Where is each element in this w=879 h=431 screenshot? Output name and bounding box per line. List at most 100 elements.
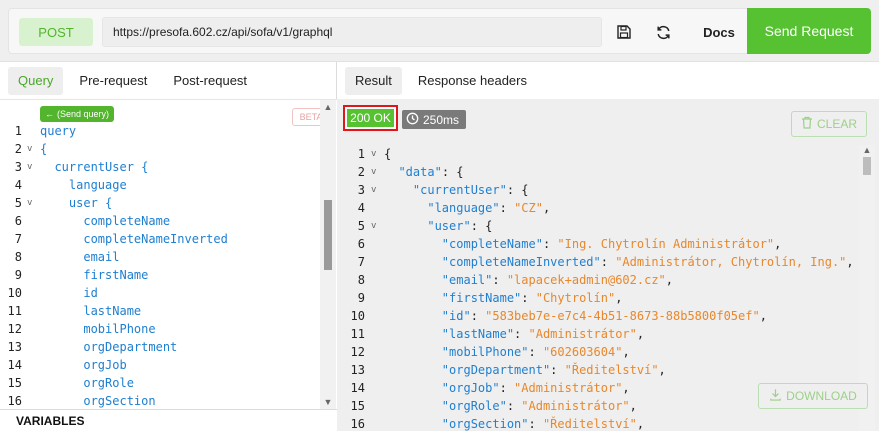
docs-button[interactable]: Docs	[699, 18, 739, 46]
code-text: firstName	[40, 268, 149, 282]
scroll-up-icon[interactable]: ▲	[320, 102, 336, 112]
tab-response-headers[interactable]: Response headers	[408, 67, 537, 95]
line-number: 4	[14, 178, 22, 192]
query-tabs: Query Pre-request Post-request	[0, 62, 336, 99]
send-query-chip[interactable]: ← (Send query)	[40, 106, 115, 122]
line-number: 8	[14, 250, 22, 264]
result-text: "lastName": "Administrátor",	[441, 327, 645, 341]
fold-icon[interactable]: v	[27, 194, 32, 212]
tab-post-request[interactable]: Post-request	[163, 67, 257, 95]
fold-icon[interactable]: v	[371, 181, 376, 199]
line-number: 2	[357, 165, 365, 179]
scrollbar-thumb[interactable]	[863, 157, 871, 175]
line-number: 10	[350, 309, 365, 323]
result-text: "orgDepartment": "Ředitelství",	[441, 363, 666, 377]
code-text: user {	[40, 196, 113, 210]
response-time-badge: 250ms	[402, 110, 466, 129]
code-line: 3v currentUser {	[0, 158, 320, 176]
result-text: "id": "583beb7e-e7c4-4b51-8673-88b5800f0…	[441, 309, 767, 323]
line-number: 9	[14, 268, 22, 282]
tab-result[interactable]: Result	[345, 66, 402, 95]
query-editor[interactable]: ← (Send query) BETA 1 query 2 v{ 3v curren…	[0, 100, 337, 409]
line-number: 1	[14, 124, 22, 138]
line-number: 16	[350, 417, 365, 431]
tab-pre-request[interactable]: Pre-request	[69, 67, 157, 95]
clock-icon	[406, 112, 419, 128]
result-text: "orgJob": "Administrátor",	[441, 381, 630, 395]
code-line: 6 completeName	[0, 212, 320, 230]
code-line: 10 id	[0, 284, 320, 302]
line-number: 15	[7, 376, 22, 390]
scroll-up-icon[interactable]: ▲	[859, 145, 875, 155]
send-query-label: (Send query)	[57, 109, 110, 119]
line-number: 1	[357, 147, 365, 161]
result-line: 16 "orgSection": "Ředitelství",	[337, 415, 857, 431]
line-number: 13	[7, 340, 22, 354]
download-button[interactable]: DOWNLOAD	[758, 383, 868, 409]
code-text: orgJob	[40, 358, 127, 372]
result-text: "completeNameInverted": "Administrátor, …	[441, 255, 854, 269]
line-number: 12	[350, 345, 365, 359]
scrollbar-thumb[interactable]	[324, 200, 332, 270]
line-number: 11	[350, 327, 365, 341]
line-number: 3	[357, 183, 365, 197]
query-scrollbar[interactable]: ▲ ▼	[320, 100, 336, 409]
url-input[interactable]	[102, 17, 602, 47]
code-line: 15 orgRole	[0, 374, 320, 392]
code-line: 16 orgSection	[0, 392, 320, 409]
result-text: "orgSection": "Ředitelství",	[441, 417, 645, 431]
result-text: "firstName": "Chytrolín",	[441, 291, 623, 305]
code-text: lastName	[40, 304, 142, 318]
code-line: 12 mobilPhone	[0, 320, 320, 338]
line-number: 7	[357, 255, 365, 269]
scroll-down-icon[interactable]: ▼	[320, 397, 336, 407]
code-text: orgDepartment	[40, 340, 178, 354]
code-line: 5v user {	[0, 194, 320, 212]
result-line: 7 "completeNameInverted": "Administrátor…	[337, 253, 857, 271]
download-icon	[769, 388, 782, 404]
result-line: 8 "email": "lapacek+admin@602.cz",	[337, 271, 857, 289]
result-tabs: Result Response headers	[337, 62, 879, 99]
code-line: 11 lastName	[0, 302, 320, 320]
result-text: "mobilPhone": "602603604",	[441, 345, 630, 359]
variables-section[interactable]: VARIABLES	[0, 409, 337, 431]
code-line: 7 completeNameInverted	[0, 230, 320, 248]
line-number: 9	[357, 291, 365, 305]
save-icon[interactable]	[613, 21, 635, 43]
clear-button[interactable]: CLEAR	[791, 111, 867, 137]
line-number: 5	[14, 196, 22, 210]
fold-icon[interactable]: v	[371, 217, 376, 235]
fold-icon[interactable]: v	[27, 158, 32, 176]
code-line: 8 email	[0, 248, 320, 266]
toolbar-inner: POST Docs Send Request	[8, 8, 871, 54]
method-selector[interactable]: POST	[19, 18, 93, 46]
request-toolbar: POST Docs Send Request	[0, 0, 879, 62]
query-code: 1 query 2 v{ 3v currentUser { 4 language 5…	[0, 122, 320, 409]
code-line: 2 v {	[0, 140, 320, 158]
variables-label[interactable]: VARIABLES	[16, 414, 84, 428]
code-text: id	[40, 286, 98, 300]
result-line: 12 "mobilPhone": "602603604",	[337, 343, 857, 361]
result-text: "email": "lapacek+admin@602.cz",	[441, 273, 674, 287]
result-line: 10 "id": "583beb7e-e7c4-4b51-8673-88b580…	[337, 307, 857, 325]
line-number: 13	[350, 363, 365, 377]
result-line: 13 "orgDepartment": "Ředitelství",	[337, 361, 857, 379]
result-text: "user": {	[427, 219, 493, 233]
result-text: {	[384, 147, 392, 161]
code-text: language	[40, 178, 127, 192]
response-time: 250ms	[423, 112, 460, 127]
code-text: mobilPhone	[40, 322, 156, 336]
fold-icon[interactable]: v	[27, 140, 32, 158]
trash-icon	[801, 116, 813, 132]
send-request-button[interactable]: Send Request	[747, 8, 871, 54]
fold-icon[interactable]: v	[371, 145, 376, 163]
status-badge: 200 OK	[347, 109, 394, 127]
result-pane: Result Response headers 200 OK 250ms CLE…	[337, 62, 879, 431]
code-line: 4 language	[0, 176, 320, 194]
arrow-left-icon: ←	[45, 109, 54, 119]
tab-query[interactable]: Query	[8, 66, 64, 95]
fold-icon[interactable]: v	[371, 163, 376, 181]
code-line: 13 orgDepartment	[0, 338, 320, 356]
line-number: 7	[14, 232, 22, 246]
refresh-icon[interactable]	[652, 21, 674, 43]
